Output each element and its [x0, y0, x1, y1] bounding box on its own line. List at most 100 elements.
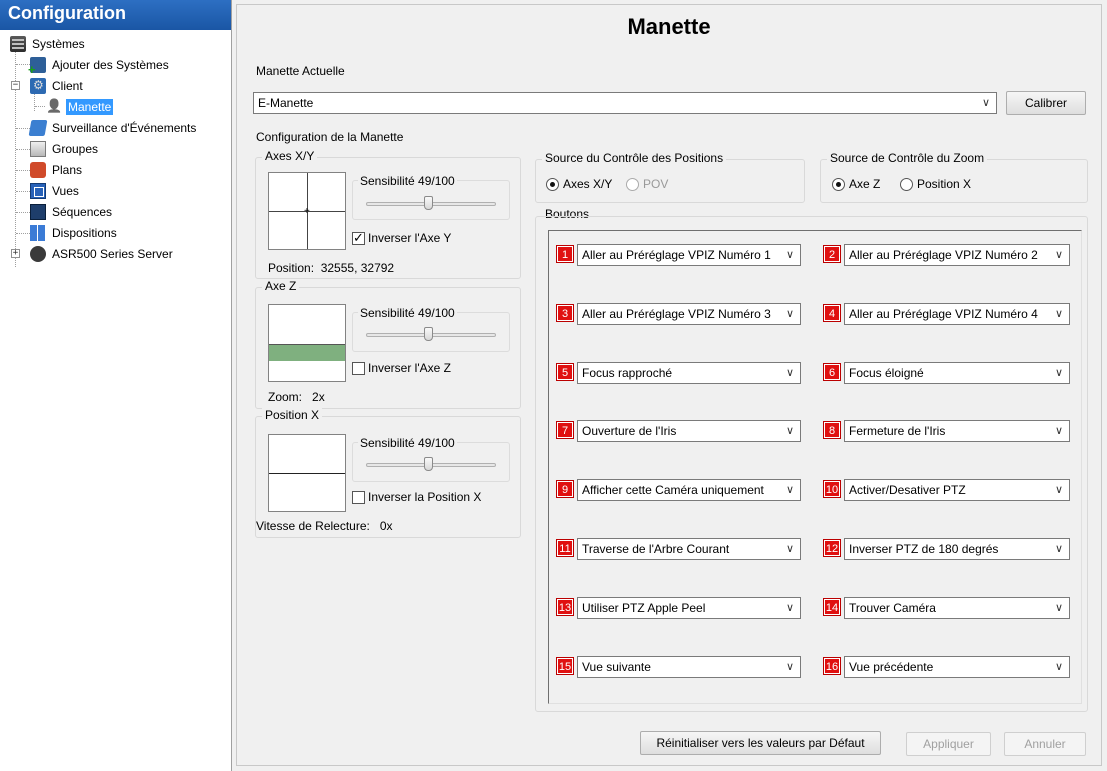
tree-item-label: Manette	[66, 98, 114, 115]
radio-position-x[interactable]: Position X	[900, 177, 971, 191]
button-action-select[interactable]: Traverse de l'Arbre Courant ∨	[577, 538, 801, 560]
tree-item-ajouter-systemes[interactable]: Ajouter des Systèmes	[28, 54, 171, 77]
xy-sensitivity-thumb[interactable]	[424, 196, 433, 210]
button-action-select[interactable]: Focus éloigné ∨	[844, 362, 1070, 384]
z-sensitivity-thumb[interactable]	[424, 327, 433, 341]
button-action-value: Activer/Desativer PTZ	[849, 483, 966, 497]
axes-xy-legend: Axes X/Y	[262, 149, 318, 163]
expand-asr500-toggle[interactable]: +	[11, 249, 20, 258]
radio-unselected-icon	[900, 177, 913, 191]
z-level-line	[269, 344, 345, 345]
chevron-down-icon: ∨	[1054, 543, 1063, 555]
button-number-badge: 15	[556, 657, 574, 675]
chevron-down-icon: ∨	[981, 97, 990, 109]
tree-item-label: Dispositions	[52, 225, 117, 240]
cancel-button[interactable]: Annuler	[1004, 732, 1086, 756]
button-action-value: Traverse de l'Arbre Courant	[582, 542, 730, 556]
tree-item-sequences[interactable]: Séquences	[30, 201, 114, 222]
tree-item-groupes[interactable]: Groupes	[30, 138, 100, 159]
client-gear-icon	[30, 77, 46, 94]
radio-axe-z[interactable]: Axe Z	[832, 177, 880, 191]
button-action-select[interactable]: Vue précédente ∨	[844, 656, 1070, 678]
zoom-label: Zoom:	[268, 390, 303, 404]
posx-sensitivity-thumb[interactable]	[424, 457, 433, 471]
button-action-select[interactable]: Focus rapproché ∨	[577, 362, 801, 384]
button-action-select[interactable]: Afficher cette Caméra uniquement ∨	[577, 479, 801, 501]
tree-item-surveillance-evenements[interactable]: Surveillance d'Événements	[28, 117, 198, 138]
button-number-badge: 14	[823, 598, 841, 616]
button-action-select[interactable]: Fermeture de l'Iris ∨	[844, 420, 1070, 442]
button-number-badge: 8	[823, 421, 841, 439]
reset-defaults-button[interactable]: Réinitialiser vers les valeurs par Défau…	[640, 731, 881, 755]
radio-pov[interactable]: POV	[626, 177, 668, 191]
speed-readout: Vitesse de Relecture: 0x	[256, 519, 393, 533]
button-action-value: Vue précédente	[849, 660, 934, 674]
calibrate-button[interactable]: Calibrer	[1006, 91, 1086, 115]
button-action-select[interactable]: Aller au Préréglage VPIZ Numéro 1 ∨	[577, 244, 801, 266]
tree-item-manette[interactable]: Manette	[46, 96, 114, 117]
radio-axes-xy[interactable]: Axes X/Y	[546, 177, 612, 191]
apply-button[interactable]: Appliquer	[906, 732, 991, 756]
button-action-select[interactable]: Aller au Préréglage VPIZ Numéro 4 ∨	[844, 303, 1070, 325]
button-action-select[interactable]: Activer/Desativer PTZ ∨	[844, 479, 1070, 501]
button-action-value: Utiliser PTZ Apple Peel	[582, 601, 706, 615]
chevron-down-icon: ∨	[1054, 484, 1063, 496]
tree-item-label: Groupes	[52, 141, 99, 156]
invert-y-checkbox[interactable]: Inverser l'Axe Y	[352, 230, 452, 246]
button-action-value: Focus rapproché	[582, 366, 673, 380]
button-action-value: Afficher cette Caméra uniquement	[582, 483, 764, 497]
invert-position-x-checkbox[interactable]: Inverser la Position X	[352, 490, 481, 504]
z-sensitivity-label: Sensibilité 49/100	[358, 306, 457, 320]
button-action-select[interactable]: Vue suivante ∨	[577, 656, 801, 678]
xy-crosshair-icon: +	[304, 206, 310, 217]
radio-label: Position X	[917, 177, 972, 191]
chevron-down-icon: ∨	[1054, 661, 1063, 673]
button-number-badge: 3	[556, 304, 574, 322]
button-action-select[interactable]: Utiliser PTZ Apple Peel ∨	[577, 597, 801, 619]
button-action-value: Aller au Préréglage VPIZ Numéro 4	[849, 307, 1038, 321]
button-action-value: Aller au Préréglage VPIZ Numéro 1	[582, 248, 771, 262]
xy-sensitivity-label: Sensibilité 49/100	[358, 174, 457, 188]
button-number-badge: 2	[823, 245, 841, 263]
map-icon	[30, 161, 46, 178]
button-action-select[interactable]: Ouverture de l'Iris ∨	[577, 420, 801, 442]
invert-y-label: Inverser l'Axe Y	[368, 231, 452, 245]
position-label: Position:	[268, 261, 315, 275]
navigation-tree: Configuration Systèmes Ajouter des Systè…	[0, 0, 232, 771]
radio-unselected-icon	[626, 177, 639, 191]
chevron-down-icon: ∨	[785, 249, 794, 261]
button-action-value: Vue suivante	[582, 660, 651, 674]
button-number-badge: 13	[556, 598, 574, 616]
tree-item-label: Client	[52, 78, 83, 93]
button-number-badge: 1	[556, 245, 574, 263]
collapse-client-toggle[interactable]: −	[11, 81, 20, 90]
tree-item-label: Vues	[52, 183, 79, 198]
chevron-down-icon: ∨	[785, 602, 794, 614]
chevron-down-icon: ∨	[1054, 425, 1063, 437]
button-action-select[interactable]: Trouver Caméra ∨	[844, 597, 1070, 619]
zoom-readout: Zoom: 2x	[268, 390, 325, 404]
config-legend: Configuration de la Manette	[254, 130, 406, 144]
sequences-icon	[30, 203, 46, 220]
chevron-down-icon: ∨	[1054, 602, 1063, 614]
button-action-value: Focus éloigné	[849, 366, 924, 380]
tree-item-systemes[interactable]: Systèmes	[10, 33, 87, 54]
tree-item-plans[interactable]: Plans	[30, 159, 84, 180]
button-action-select[interactable]: Inverser PTZ de 180 degrés ∨	[844, 538, 1070, 560]
tree-item-asr500[interactable]: ASR500 Series Server	[30, 243, 175, 264]
tree-item-label: Surveillance d'Événements	[52, 120, 197, 135]
invert-z-checkbox[interactable]: Inverser l'Axe Z	[352, 361, 451, 375]
tree-item-client[interactable]: Client	[30, 75, 85, 96]
button-action-select[interactable]: Aller au Préréglage VPIZ Numéro 2 ∨	[844, 244, 1070, 266]
radio-label: POV	[643, 177, 669, 191]
radio-selected-icon	[546, 177, 559, 191]
button-action-value: Aller au Préréglage VPIZ Numéro 2	[849, 248, 1038, 262]
server-icon	[10, 35, 26, 52]
groups-icon	[30, 140, 46, 157]
current-joystick-select[interactable]: E-Manette ∨	[253, 92, 997, 114]
tree-connector	[16, 128, 30, 129]
button-action-select[interactable]: Aller au Préréglage VPIZ Numéro 3 ∨	[577, 303, 801, 325]
views-icon	[30, 182, 46, 199]
tree-item-vues[interactable]: Vues	[30, 180, 81, 201]
tree-item-dispositions[interactable]: Dispositions	[30, 222, 119, 243]
